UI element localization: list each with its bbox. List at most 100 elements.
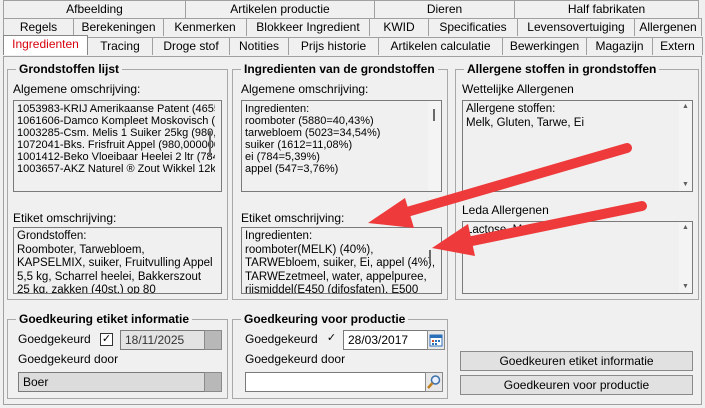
ingredient-line: Ingredienten: [245,103,310,115]
etiket-date-picker-button[interactable] [204,330,222,350]
ingredient-line: ei (784=5,39%) [245,151,320,163]
tab-allergenen[interactable]: Allergenen [634,18,702,36]
tab-extern[interactable]: Extern [652,37,703,55]
tab-artikelen-calculatie[interactable]: Artikelen calculatie [378,37,503,55]
grondstoffen-title: Grondstoffen lijst [16,62,122,76]
goedgekeurd-door-productie-field[interactable] [245,372,427,392]
grondstoffen-algemene-label: Algemene omschrijving: [13,82,141,96]
list-item[interactable]: 1053983-KRIJ Amerikaanse Patent (4655,00 [17,103,215,115]
list-caret [209,131,211,157]
tab-blokkeer-ingredient[interactable]: Blokkeer Ingredient [246,18,370,36]
goedgekeurd-door-etiket-label: Goedgekeurd door [18,352,119,366]
tab-kenmerken[interactable]: Kenmerken [163,18,247,36]
allergeen-line: Allergene stoffen: [466,103,556,115]
magnifier-icon [427,375,441,389]
goedgekeurd-etiket-checkbox[interactable]: ✓ [100,333,113,346]
tab-tracing[interactable]: Tracing [87,37,153,55]
etiket-line: rijsmiddel(E450 (difosfaten), E500 [245,284,419,294]
tab-half-fabrikaten[interactable]: Half fabrikaten [514,0,699,18]
etiket-line: Grondstoffen: [17,230,87,242]
scroll-up-icon[interactable]: ▲ [679,101,692,113]
tab-berekeningen[interactable]: Berekeningen [73,18,164,36]
ingredienten-title: Ingredienten van de grondstoffen [241,62,438,76]
ingredienten-algemene-text[interactable]: Ingredienten: roomboter (5880=40,43%) ta… [241,100,442,192]
etiket-line: Ingredienten: [245,230,313,242]
scroll-down-icon[interactable]: ▼ [679,179,692,191]
grondstoffen-etiket-text[interactable]: Grondstoffen: Roomboter, Tarwebloem, KAP… [13,227,222,294]
goedkeuring-etiket-title: Goedkeuring etiket informatie [16,312,193,326]
list-item[interactable]: 1061606-Damco Kompleet Moskovisch (122 [17,115,215,127]
tab-row-3: Ingredienten Tracing Droge stof Notities… [3,35,703,55]
list-item[interactable]: 1072041-Bks. Frisfruit Appel (980,000000… [17,139,215,151]
leda-allergenen-scrollbar[interactable]: ▲ ▼ [679,222,692,293]
tab-afbeelding[interactable]: Afbeelding [3,0,186,18]
ingredienten-group: Ingredienten van de grondstoffen Algemen… [232,62,448,300]
goedkeuring-etiket-group: Goedkeuring etiket informatie Goedgekeur… [7,312,228,399]
wettelijke-allergenen-text[interactable]: Allergene stoffen: Melk, Gluten, Tarwe, … [462,100,693,192]
ingredient-line: suiker (1612=11,08%) [245,139,353,151]
ingredient-line: tarwebloem (5023=34,54%) [245,127,381,139]
etiket-line: roomboter(MELK) (40%), [245,243,374,256]
tab-prijs-historie[interactable]: Prijs historie [288,37,379,55]
goedkeuren-etiket-informatie-button[interactable]: Goedkeuren etiket informatie [460,351,693,371]
tab-magazijn[interactable]: Magazijn [586,37,653,55]
goedgekeurd-door-productie-label: Goedgekeurd door [245,352,346,366]
tab-row-2: Regels Berekeningen Kenmerken Blokkeer I… [3,18,702,36]
scroll-up-icon[interactable]: ▲ [679,222,692,234]
scroll-thumb[interactable] [433,109,435,121]
etiket-line: 25 kg. zakken (40st.) op 80 [17,284,156,294]
productie-calendar-button[interactable] [427,330,445,350]
tab-ingredienten[interactable]: Ingredienten [3,35,88,55]
ingredient-line: appel (547=3,76%) [245,163,339,175]
productie-door-search-button[interactable] [425,372,443,392]
tab-artikelen-productie[interactable]: Artikelen productie [185,0,375,18]
ingredient-line: roomboter (5880=40,43%) [245,115,374,127]
ingredienten-etiket-label: Etiket omschrijving: [241,211,345,225]
tab-kwid[interactable]: KWID [369,18,429,36]
allergeen-line: Lactose, Mais [466,224,537,236]
grondstoffen-listbox[interactable]: 1053983-KRIJ Amerikaanse Patent (4655,00… [13,100,222,192]
goedkeuring-productie-group: Goedkeuring voor productie Goedgekeurd ✓… [232,312,448,399]
ingredienten-algemene-label: Algemene omschrijving: [241,82,369,96]
ingredienten-panel: Grondstoffen lijst Algemene omschrijving… [3,56,702,405]
etiket-line: TARWEzetmeel, water, appelpuree, [245,270,427,283]
goedkeuren-voor-productie-button[interactable]: Goedkeuren voor productie [460,375,693,395]
goedgekeurd-productie-label: Goedgekeurd [245,332,318,346]
list-item[interactable]: 1003657-AKZ Naturel ® Zout Wikkel 12kg (… [17,163,215,175]
goedgekeurd-etiket-date[interactable]: 18/11/2025 [120,330,206,350]
tab-levensovertuiging[interactable]: Levensovertuiging [517,18,635,36]
grondstoffen-etiket-label: Etiket omschrijving: [13,211,117,225]
ingredienten-etiket-text[interactable]: Ingredienten: roomboter(MELK) (40%), TAR… [241,227,442,294]
ingredienten-algemene-scrollbar[interactable] [428,101,441,191]
goedgekeurd-door-etiket-field[interactable]: Boer [18,372,206,392]
list-item[interactable]: 1003285-Csm. Melis 1 Suiker 25kg (980,00… [17,127,215,139]
tab-droge-stof[interactable]: Droge stof [152,37,230,55]
etiket-line: Roomboter, Tarwebloem, [17,243,145,256]
etiket-door-lookup-button[interactable] [204,372,222,392]
wettelijke-allergenen-label: Wettelijke Allergenen [462,82,574,96]
etiket-line: TARWEbloem, suiker, Ei, appel (4%), [245,257,436,269]
goedgekeurd-productie-checkbox[interactable]: ✓ [325,333,338,346]
grondstoffen-group: Grondstoffen lijst Algemene omschrijving… [7,62,228,300]
tab-regels[interactable]: Regels [3,18,74,36]
leda-allergenen-label: Leda Allergenen [462,203,549,217]
scroll-down-icon[interactable]: ▼ [679,281,692,293]
leda-allergenen-text[interactable]: Lactose, Mais ▲ ▼ [462,221,693,294]
etiket-line: 5,5 kg, Scharrel heelei, Bakkerszout [17,270,202,283]
wettelijke-allergenen-scrollbar[interactable]: ▲ ▼ [679,101,692,191]
tab-notities[interactable]: Notities [229,37,289,55]
goedgekeurd-etiket-label: Goedgekeurd [18,332,91,346]
calendar-icon [429,334,443,347]
text-caret [429,250,431,264]
list-item[interactable]: 1001412-Beko Vloeibaar Heelei 2 ltr (784… [17,151,215,163]
allergenen-group: Allergene stoffen in grondstoffen Wettel… [455,62,699,300]
etiket-line: KAPSELMIX, suiker, Fruitvulling Appel [17,257,213,269]
tab-row-1: Afbeelding Artikelen productie Dieren Ha… [3,0,699,18]
allergenen-title: Allergene stoffen in grondstoffen [464,62,660,76]
tab-specificaties[interactable]: Specificaties [428,18,518,36]
goedgekeurd-productie-date[interactable]: 28/03/2017 [343,330,429,350]
tab-dieren[interactable]: Dieren [374,0,515,18]
tab-bewerkingen[interactable]: Bewerkingen [502,37,587,55]
allergeen-line: Melk, Gluten, Tarwe, Ei [466,116,585,129]
goedkeuring-productie-title: Goedkeuring voor productie [241,312,409,326]
